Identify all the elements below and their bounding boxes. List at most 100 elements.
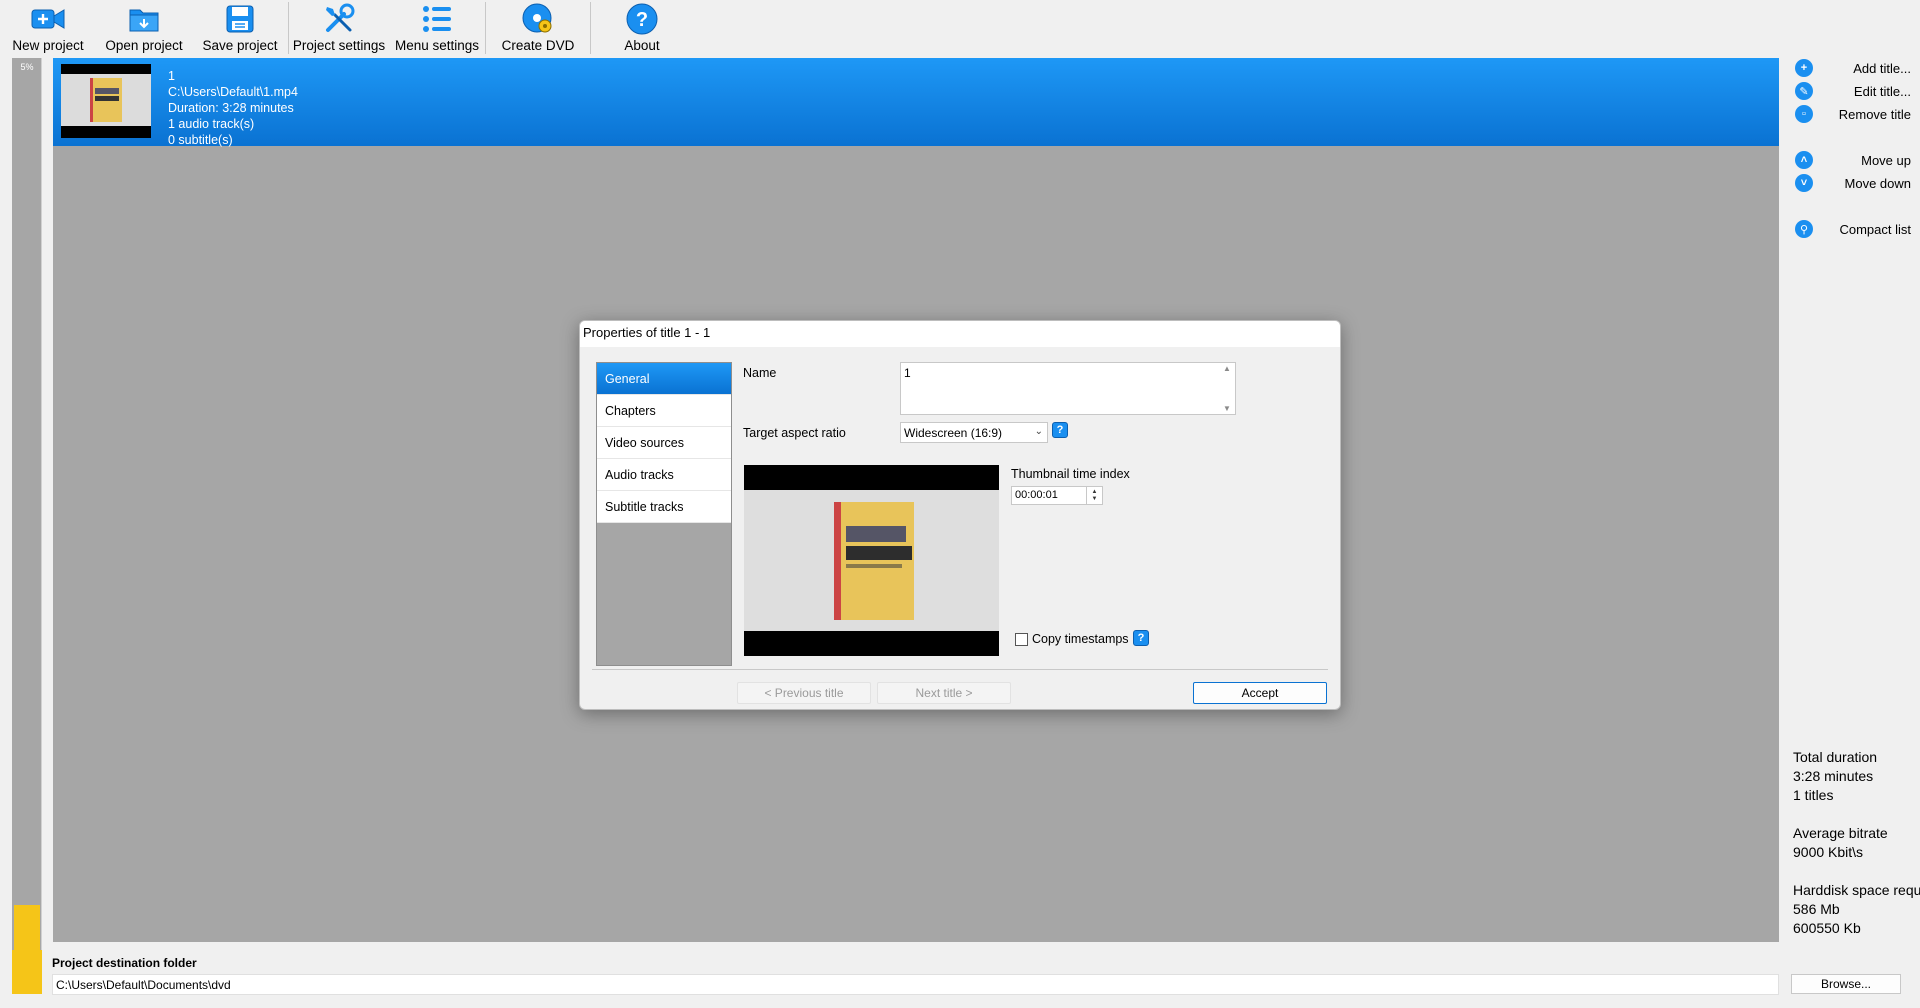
- progress-strip: 5%: [12, 58, 42, 950]
- remove-title-button[interactable]: ▫ Remove title: [1795, 103, 1915, 125]
- hdd-space-kb: 600550 Kb: [1793, 920, 1861, 936]
- move-down-button[interactable]: ˅ Move down: [1795, 172, 1915, 194]
- about-button[interactable]: ? About: [591, 0, 693, 56]
- accept-button[interactable]: Accept: [1193, 682, 1327, 704]
- nav-item-audio-tracks[interactable]: Audio tracks: [597, 459, 731, 491]
- name-field[interactable]: 1 ▲ ▼: [900, 362, 1236, 415]
- name-value: 1: [904, 366, 911, 380]
- destination-folder-input[interactable]: C:\Users\Default\Documents\dvd: [52, 974, 1779, 995]
- menu-settings-label: Menu settings: [394, 38, 480, 53]
- total-duration-value: 3:28 minutes: [1793, 768, 1874, 784]
- chevron-down-icon: ˅: [1795, 174, 1813, 192]
- browse-button[interactable]: Browse...: [1791, 974, 1901, 994]
- title-list-item[interactable]: 1 C:\Users\Default\1.mp4 Duration: 3:28 …: [53, 58, 1779, 148]
- save-project-button[interactable]: Save project: [192, 0, 288, 56]
- open-project-label: Open project: [105, 38, 183, 53]
- name-label: Name: [743, 366, 777, 380]
- aspect-ratio-value: Widescreen (16:9): [904, 426, 1003, 440]
- title-duration: Duration: 3:28 minutes: [168, 101, 294, 115]
- question-icon: ?: [624, 2, 660, 36]
- add-title-button[interactable]: + Add title...: [1795, 57, 1915, 79]
- spin-down-icon[interactable]: ▼: [1092, 496, 1098, 503]
- dialog-nav: General Chapters Video sources Audio tra…: [596, 362, 732, 666]
- title-properties-dialog: Properties of title 1 - 1 General Chapte…: [579, 320, 1341, 710]
- destination-folder-label: Project destination folder: [52, 956, 197, 970]
- compact-list-label: Compact list: [1839, 221, 1911, 237]
- list-icon: [419, 2, 455, 36]
- name-scrollbar[interactable]: ▲ ▼: [1220, 364, 1234, 413]
- scroll-down-icon[interactable]: ▼: [1223, 404, 1231, 413]
- right-panel: + Add title... ✎ Edit title... ▫ Remove …: [1779, 56, 1920, 1008]
- create-dvd-label: Create DVD: [501, 38, 575, 53]
- dialog-separator: [592, 669, 1328, 670]
- title-number: 1: [168, 69, 175, 83]
- plus-icon: +: [1795, 59, 1813, 77]
- dialog-title: Properties of title 1 - 1: [580, 321, 1340, 347]
- compact-list-button[interactable]: ⚲ Compact list: [1795, 218, 1915, 240]
- title-thumbnail: [61, 64, 151, 138]
- new-project-label: New project: [12, 38, 84, 53]
- remove-title-label: Remove title: [1838, 106, 1911, 122]
- scroll-up-icon[interactable]: ▲: [1223, 364, 1231, 373]
- spin-up-icon[interactable]: ▲: [1092, 489, 1098, 496]
- nav-item-general[interactable]: General: [597, 363, 731, 395]
- edit-title-label: Edit title...: [1853, 83, 1911, 99]
- move-down-label: Move down: [1844, 175, 1911, 191]
- title-audio-tracks: 1 audio track(s): [168, 117, 255, 131]
- edit-icon: ✎: [1795, 82, 1813, 100]
- move-up-button[interactable]: ˄ Move up: [1795, 149, 1915, 171]
- title-path: C:\Users\Default\1.mp4: [168, 85, 298, 99]
- book-cover-image: [90, 78, 122, 122]
- nav-item-chapters[interactable]: Chapters: [597, 395, 731, 427]
- progress-fill-bottom: [12, 950, 42, 994]
- wrench-screwdriver-icon: [321, 2, 357, 36]
- titles-count: 1 titles: [1793, 787, 1834, 803]
- time-spinner[interactable]: ▲ ▼: [1086, 487, 1102, 504]
- svg-text:?: ?: [636, 9, 648, 31]
- progress-fill: [14, 905, 40, 950]
- title-subtitles: 0 subtitle(s): [168, 133, 233, 147]
- new-project-button[interactable]: New project: [0, 0, 96, 56]
- total-duration-label: Total duration: [1793, 749, 1878, 765]
- add-title-label: Add title...: [1853, 60, 1911, 76]
- nav-item-subtitle-tracks[interactable]: Subtitle tracks: [597, 491, 731, 523]
- strip-gap: [42, 58, 53, 950]
- title-info: 1 C:\Users\Default\1.mp4 Duration: 3:28 …: [168, 68, 298, 148]
- book-cover-image: [833, 501, 914, 620]
- progress-percent: 5%: [20, 62, 34, 72]
- open-project-button[interactable]: Open project: [96, 0, 192, 56]
- checkbox-box[interactable]: [1015, 632, 1028, 646]
- thumbnail-time-value: 00:00:01: [1015, 489, 1058, 501]
- floppy-disk-icon: [222, 2, 258, 36]
- hdd-space-mb: 586 Mb: [1793, 901, 1840, 917]
- avg-bitrate-label: Average bitrate: [1793, 825, 1888, 841]
- chevron-down-icon: ⌄: [1034, 426, 1043, 437]
- about-label: About: [624, 38, 660, 53]
- disc-gear-icon: [520, 2, 556, 36]
- project-settings-button[interactable]: Project settings: [289, 0, 389, 56]
- create-dvd-button[interactable]: Create DVD: [486, 0, 590, 56]
- move-up-label: Move up: [1861, 152, 1911, 168]
- menu-settings-button[interactable]: Menu settings: [389, 0, 485, 56]
- chevron-up-icon: ˄: [1795, 151, 1813, 169]
- save-project-label: Save project: [202, 38, 278, 53]
- hdd-space-label: Harddisk space requi: [1793, 882, 1920, 898]
- avg-bitrate-value: 9000 Kbit\s: [1793, 844, 1864, 860]
- thumbnail-time-input[interactable]: 00:00:01 ▲ ▼: [1011, 486, 1103, 505]
- nav-item-video-sources[interactable]: Video sources: [597, 427, 731, 459]
- folder-icon: [126, 2, 162, 36]
- video-camera-plus-icon: [30, 2, 66, 36]
- toolbar: New project Open project Save project Pr…: [0, 0, 1920, 56]
- aspect-help-icon[interactable]: ?: [1052, 422, 1068, 438]
- next-title-button[interactable]: Next title >: [877, 682, 1011, 704]
- copy-timestamps-help-icon[interactable]: ?: [1133, 630, 1149, 646]
- edit-title-button[interactable]: ✎ Edit title...: [1795, 80, 1915, 102]
- aspect-ratio-select[interactable]: Widescreen (16:9) ⌄: [900, 422, 1048, 443]
- search-icon: ⚲: [1795, 220, 1813, 238]
- project-settings-label: Project settings: [292, 38, 386, 53]
- previous-title-button[interactable]: < Previous title: [737, 682, 871, 704]
- thumbnail-time-label: Thumbnail time index: [1011, 467, 1130, 481]
- copy-timestamps-label: Copy timestamps: [1032, 632, 1129, 646]
- copy-timestamps-checkbox[interactable]: Copy timestamps: [1015, 632, 1129, 646]
- remove-icon: ▫: [1795, 105, 1813, 123]
